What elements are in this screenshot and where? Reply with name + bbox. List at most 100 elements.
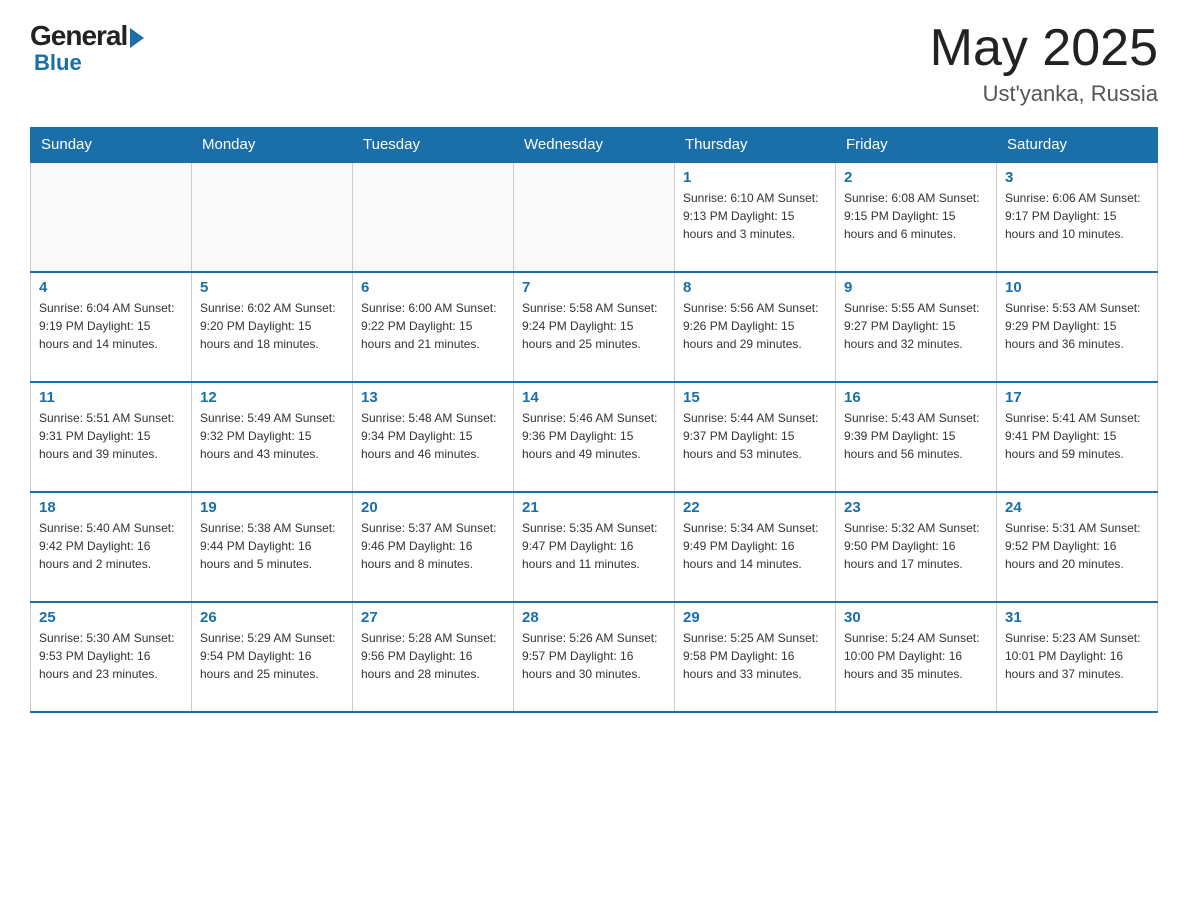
calendar-cell: 18Sunrise: 5:40 AM Sunset: 9:42 PM Dayli… bbox=[31, 492, 192, 602]
day-info: Sunrise: 5:55 AM Sunset: 9:27 PM Dayligh… bbox=[844, 299, 988, 353]
day-info: Sunrise: 5:26 AM Sunset: 9:57 PM Dayligh… bbox=[522, 629, 666, 683]
day-info: Sunrise: 5:49 AM Sunset: 9:32 PM Dayligh… bbox=[200, 409, 344, 463]
day-number: 12 bbox=[200, 389, 344, 406]
day-number: 4 bbox=[39, 279, 183, 296]
calendar-title: May 2025 bbox=[930, 20, 1158, 77]
calendar-cell: 9 Sunrise: 5:55 AM Sunset: 9:27 PM Daylig… bbox=[836, 272, 997, 382]
calendar-day-header: Monday bbox=[192, 128, 353, 163]
calendar-day-header: Sunday bbox=[31, 128, 192, 163]
calendar-cell: 5 Sunrise: 6:02 AM Sunset: 9:20 PM Daylig… bbox=[192, 272, 353, 382]
day-number: 19 bbox=[200, 499, 344, 516]
day-info: Sunrise: 5:44 AM Sunset: 9:37 PM Dayligh… bbox=[683, 409, 827, 463]
calendar-week-row: 25Sunrise: 5:30 AM Sunset: 9:53 PM Dayli… bbox=[31, 602, 1158, 712]
calendar-cell bbox=[31, 162, 192, 272]
day-number: 10 bbox=[1005, 279, 1149, 296]
calendar-cell bbox=[192, 162, 353, 272]
logo-blue-text: Blue bbox=[34, 50, 82, 76]
day-info: Sunrise: 6:04 AM Sunset: 9:19 PM Dayligh… bbox=[39, 299, 183, 353]
calendar-location: Ust'yanka, Russia bbox=[930, 81, 1158, 107]
calendar-cell: 27 Sunrise: 5:28 AM Sunset: 9:56 PM Dayli… bbox=[353, 602, 514, 712]
calendar-cell: 30 Sunrise: 5:24 AM Sunset: 10:00 PM Dayl… bbox=[836, 602, 997, 712]
calendar-cell: 15 Sunrise: 5:44 AM Sunset: 9:37 PM Dayli… bbox=[675, 382, 836, 492]
day-number: 16 bbox=[844, 389, 988, 406]
day-number: 30 bbox=[844, 609, 988, 626]
day-info: Sunrise: 6:02 AM Sunset: 9:20 PM Dayligh… bbox=[200, 299, 344, 353]
calendar-header-row: SundayMondayTuesdayWednesdayThursdayFrid… bbox=[31, 128, 1158, 163]
day-info: Sunrise: 5:29 AM Sunset: 9:54 PM Dayligh… bbox=[200, 629, 344, 683]
day-info: Sunrise: 5:51 AM Sunset: 9:31 PM Dayligh… bbox=[39, 409, 183, 463]
calendar-cell: 20 Sunrise: 5:37 AM Sunset: 9:46 PM Dayli… bbox=[353, 492, 514, 602]
calendar-cell: 29Sunrise: 5:25 AM Sunset: 9:58 PM Dayli… bbox=[675, 602, 836, 712]
day-number: 24 bbox=[1005, 499, 1149, 516]
calendar-cell: 8Sunrise: 5:56 AM Sunset: 9:26 PM Daylig… bbox=[675, 272, 836, 382]
day-number: 23 bbox=[844, 499, 988, 516]
day-info: Sunrise: 6:00 AM Sunset: 9:22 PM Dayligh… bbox=[361, 299, 505, 353]
calendar-day-header: Friday bbox=[836, 128, 997, 163]
calendar-cell: 26 Sunrise: 5:29 AM Sunset: 9:54 PM Dayli… bbox=[192, 602, 353, 712]
calendar-day-header: Tuesday bbox=[353, 128, 514, 163]
calendar-cell: 12 Sunrise: 5:49 AM Sunset: 9:32 PM Dayli… bbox=[192, 382, 353, 492]
calendar-cell: 21 Sunrise: 5:35 AM Sunset: 9:47 PM Dayli… bbox=[514, 492, 675, 602]
day-number: 6 bbox=[361, 279, 505, 296]
day-info: Sunrise: 6:10 AM Sunset: 9:13 PM Dayligh… bbox=[683, 189, 827, 243]
calendar-table: SundayMondayTuesdayWednesdayThursdayFrid… bbox=[30, 127, 1158, 713]
day-number: 2 bbox=[844, 169, 988, 186]
day-info: Sunrise: 5:37 AM Sunset: 9:46 PM Dayligh… bbox=[361, 519, 505, 573]
calendar-cell bbox=[514, 162, 675, 272]
day-info: Sunrise: 5:32 AM Sunset: 9:50 PM Dayligh… bbox=[844, 519, 988, 573]
calendar-cell: 4 Sunrise: 6:04 AM Sunset: 9:19 PM Daylig… bbox=[31, 272, 192, 382]
day-number: 13 bbox=[361, 389, 505, 406]
calendar-cell: 1 Sunrise: 6:10 AM Sunset: 9:13 PM Daylig… bbox=[675, 162, 836, 272]
page-header: General Blue May 2025 Ust'yanka, Russia bbox=[30, 20, 1158, 107]
day-info: Sunrise: 6:08 AM Sunset: 9:15 PM Dayligh… bbox=[844, 189, 988, 243]
calendar-cell: 17Sunrise: 5:41 AM Sunset: 9:41 PM Dayli… bbox=[997, 382, 1158, 492]
day-info: Sunrise: 5:24 AM Sunset: 10:00 PM Daylig… bbox=[844, 629, 988, 683]
title-block: May 2025 Ust'yanka, Russia bbox=[930, 20, 1158, 107]
logo-general-text: General bbox=[30, 20, 127, 52]
calendar-cell: 11 Sunrise: 5:51 AM Sunset: 9:31 PM Dayli… bbox=[31, 382, 192, 492]
day-number: 26 bbox=[200, 609, 344, 626]
calendar-day-header: Saturday bbox=[997, 128, 1158, 163]
day-info: Sunrise: 5:40 AM Sunset: 9:42 PM Dayligh… bbox=[39, 519, 183, 573]
day-info: Sunrise: 5:25 AM Sunset: 9:58 PM Dayligh… bbox=[683, 629, 827, 683]
day-number: 20 bbox=[361, 499, 505, 516]
day-info: Sunrise: 5:56 AM Sunset: 9:26 PM Dayligh… bbox=[683, 299, 827, 353]
day-info: Sunrise: 5:28 AM Sunset: 9:56 PM Dayligh… bbox=[361, 629, 505, 683]
calendar-cell: 7 Sunrise: 5:58 AM Sunset: 9:24 PM Daylig… bbox=[514, 272, 675, 382]
day-number: 21 bbox=[522, 499, 666, 516]
day-info: Sunrise: 5:38 AM Sunset: 9:44 PM Dayligh… bbox=[200, 519, 344, 573]
calendar-cell: 23 Sunrise: 5:32 AM Sunset: 9:50 PM Dayli… bbox=[836, 492, 997, 602]
calendar-cell: 25Sunrise: 5:30 AM Sunset: 9:53 PM Dayli… bbox=[31, 602, 192, 712]
day-number: 9 bbox=[844, 279, 988, 296]
day-info: Sunrise: 5:48 AM Sunset: 9:34 PM Dayligh… bbox=[361, 409, 505, 463]
calendar-cell: 10 Sunrise: 5:53 AM Sunset: 9:29 PM Dayli… bbox=[997, 272, 1158, 382]
day-info: Sunrise: 5:23 AM Sunset: 10:01 PM Daylig… bbox=[1005, 629, 1149, 683]
calendar-cell: 6 Sunrise: 6:00 AM Sunset: 9:22 PM Daylig… bbox=[353, 272, 514, 382]
logo-arrow-icon bbox=[130, 28, 144, 48]
calendar-week-row: 4 Sunrise: 6:04 AM Sunset: 9:19 PM Daylig… bbox=[31, 272, 1158, 382]
day-info: Sunrise: 5:58 AM Sunset: 9:24 PM Dayligh… bbox=[522, 299, 666, 353]
calendar-cell: 19 Sunrise: 5:38 AM Sunset: 9:44 PM Dayli… bbox=[192, 492, 353, 602]
day-number: 3 bbox=[1005, 169, 1149, 186]
day-info: Sunrise: 5:34 AM Sunset: 9:49 PM Dayligh… bbox=[683, 519, 827, 573]
calendar-week-row: 18Sunrise: 5:40 AM Sunset: 9:42 PM Dayli… bbox=[31, 492, 1158, 602]
day-number: 1 bbox=[683, 169, 827, 186]
day-number: 7 bbox=[522, 279, 666, 296]
calendar-cell: 2 Sunrise: 6:08 AM Sunset: 9:15 PM Daylig… bbox=[836, 162, 997, 272]
calendar-cell: 3Sunrise: 6:06 AM Sunset: 9:17 PM Daylig… bbox=[997, 162, 1158, 272]
day-number: 14 bbox=[522, 389, 666, 406]
calendar-week-row: 11 Sunrise: 5:51 AM Sunset: 9:31 PM Dayli… bbox=[31, 382, 1158, 492]
day-number: 22 bbox=[683, 499, 827, 516]
day-number: 5 bbox=[200, 279, 344, 296]
day-number: 27 bbox=[361, 609, 505, 626]
day-info: Sunrise: 5:35 AM Sunset: 9:47 PM Dayligh… bbox=[522, 519, 666, 573]
day-info: Sunrise: 5:53 AM Sunset: 9:29 PM Dayligh… bbox=[1005, 299, 1149, 353]
calendar-cell: 14Sunrise: 5:46 AM Sunset: 9:36 PM Dayli… bbox=[514, 382, 675, 492]
day-number: 28 bbox=[522, 609, 666, 626]
day-info: Sunrise: 5:41 AM Sunset: 9:41 PM Dayligh… bbox=[1005, 409, 1149, 463]
day-number: 15 bbox=[683, 389, 827, 406]
calendar-cell: 24Sunrise: 5:31 AM Sunset: 9:52 PM Dayli… bbox=[997, 492, 1158, 602]
day-number: 31 bbox=[1005, 609, 1149, 626]
calendar-cell: 22 Sunrise: 5:34 AM Sunset: 9:49 PM Dayli… bbox=[675, 492, 836, 602]
day-number: 11 bbox=[39, 389, 183, 406]
